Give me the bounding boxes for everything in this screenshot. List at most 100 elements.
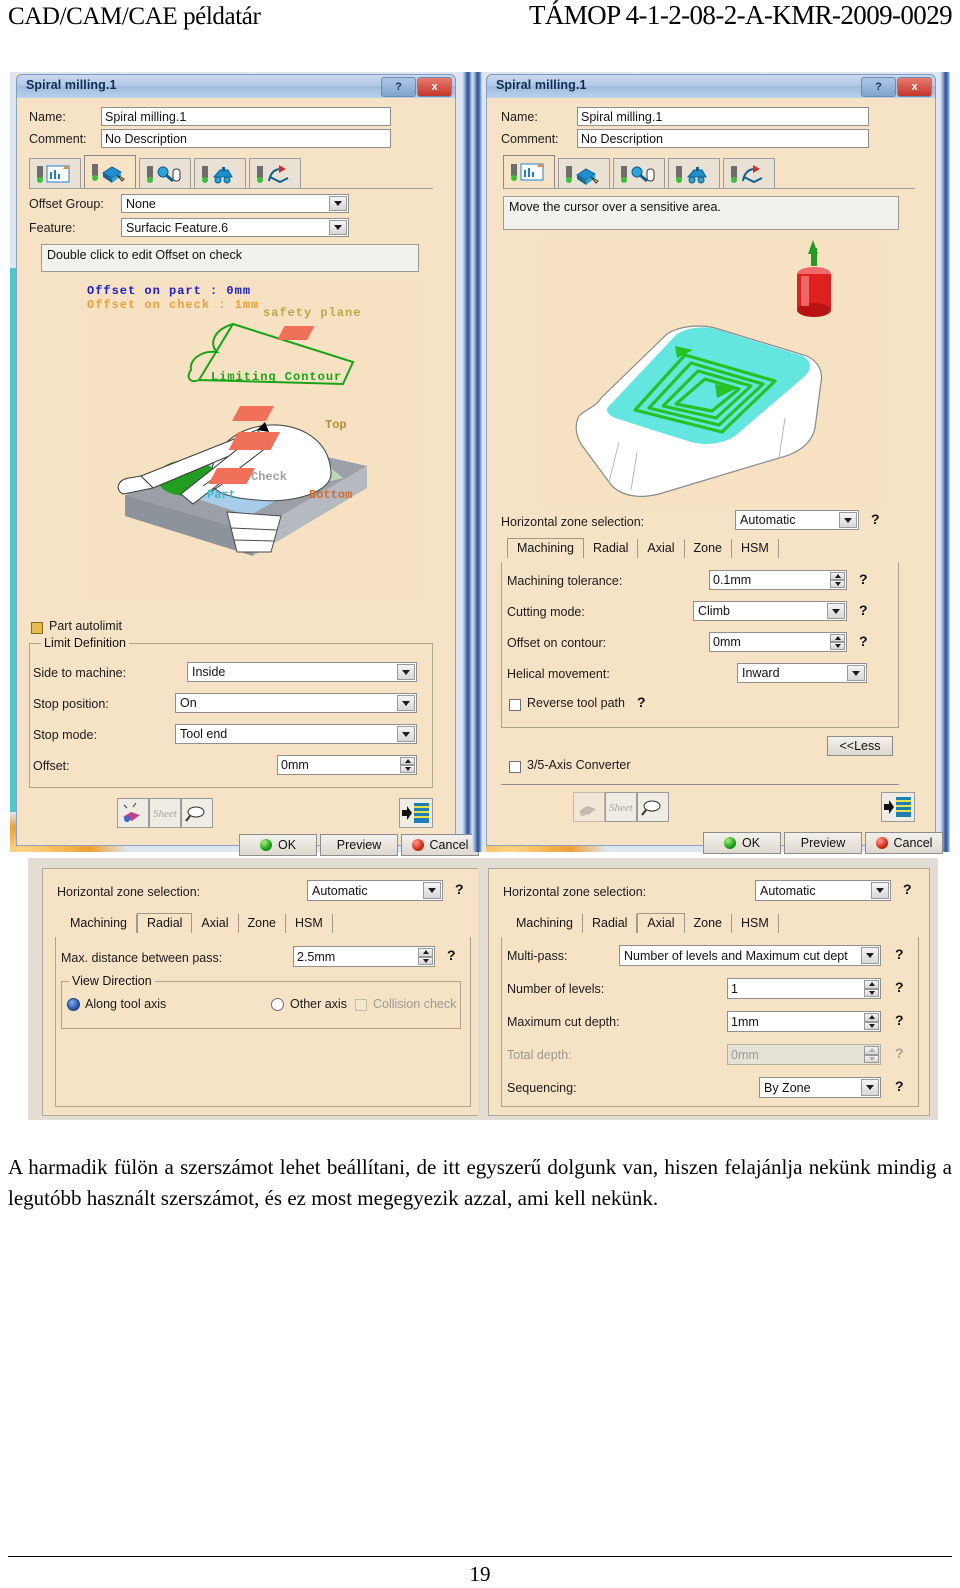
helical-movement-combo[interactable]: Inward [737, 663, 867, 683]
max-cut-depth-help-icon[interactable]: ? [895, 1012, 904, 1028]
chevron-down-icon[interactable] [861, 947, 879, 964]
offset-group-combo[interactable]: None [121, 194, 349, 213]
close-button[interactable]: x [417, 77, 452, 97]
cancel-button[interactable]: Cancel [865, 832, 943, 854]
max-distance-stepper[interactable] [418, 948, 433, 965]
param-tab-zone[interactable]: Zone [239, 914, 287, 933]
chevron-down-icon[interactable] [847, 665, 865, 681]
chevron-down-icon[interactable] [397, 726, 415, 742]
tab-strategy[interactable] [29, 158, 81, 188]
chevron-down-icon[interactable] [329, 220, 347, 235]
multipass-combo[interactable]: Number of levels and Maximum cut dept [619, 945, 881, 966]
offset-stepper[interactable] [400, 757, 415, 773]
cutting-mode-help-icon[interactable]: ? [859, 602, 868, 618]
chevron-down-icon[interactable] [839, 512, 857, 528]
tab-strategy[interactable] [503, 155, 555, 188]
spiral-milling-dialog-geometry[interactable]: Spiral milling.1 ? x Name: Spiral millin… [16, 74, 479, 856]
max-cut-depth-input[interactable]: 1mm [727, 1011, 881, 1032]
help-button[interactable]: ? [861, 77, 896, 97]
less-button[interactable]: <<Less [827, 736, 893, 756]
preview-button[interactable]: Preview [320, 834, 398, 856]
horizontal-zone-help-icon[interactable]: ? [871, 511, 880, 527]
param-tabstrip[interactable]: Machining Radial Axial Zone HSM [507, 538, 779, 558]
max-cut-depth-stepper[interactable] [864, 1013, 879, 1030]
param-tab-hsm[interactable]: HSM [732, 914, 779, 933]
chevron-down-icon[interactable] [397, 695, 415, 711]
horizontal-zone-help-icon[interactable]: ? [903, 881, 912, 897]
help-button[interactable]: ? [381, 77, 416, 97]
dialog-tabstrip[interactable] [29, 154, 304, 188]
machining-tolerance-help-icon[interactable]: ? [859, 571, 868, 587]
param-tab-axial[interactable]: Axial [637, 913, 685, 933]
horizontal-zone-combo[interactable]: Automatic [307, 880, 443, 901]
chevron-down-icon[interactable] [827, 603, 845, 619]
other-axis-radio[interactable] [271, 998, 284, 1011]
chevron-down-icon[interactable] [423, 882, 441, 899]
sequencing-help-icon[interactable]: ? [895, 1078, 904, 1094]
stop-position-combo[interactable]: On [175, 693, 417, 713]
ok-button[interactable]: OK [239, 834, 317, 856]
tool-replay-button[interactable] [117, 798, 149, 828]
offset-input[interactable]: 0mm [277, 755, 417, 775]
side-to-machine-combo[interactable]: Inside [187, 662, 417, 682]
preview-button[interactable]: Preview [784, 832, 862, 854]
param-tab-radial[interactable]: Radial [583, 914, 638, 933]
horizontal-zone-combo[interactable]: Automatic [755, 880, 891, 901]
tool-speed-button[interactable]: Sheet [149, 798, 181, 828]
horizontal-zone-combo[interactable]: Automatic [735, 510, 859, 530]
chevron-down-icon[interactable] [861, 1079, 879, 1096]
dialog-titlebar[interactable]: Spiral milling.1 ? x [486, 74, 936, 99]
tab-feeds-speeds[interactable] [668, 158, 720, 188]
machining-tolerance-stepper[interactable] [830, 572, 845, 588]
param-tab-zone[interactable]: Zone [685, 914, 733, 933]
axial-parameters-panel[interactable]: Horizontal zone selection: Automatic ? M… [488, 868, 930, 1116]
dialog-tabstrip[interactable] [503, 154, 778, 188]
toolpath-preview-canvas[interactable] [539, 238, 883, 506]
tab-geometry[interactable] [558, 158, 610, 188]
param-tabstrip[interactable]: Machining Radial Axial Zone HSM [61, 913, 333, 933]
param-tab-machining[interactable]: Machining [61, 914, 137, 933]
tab-tool[interactable] [613, 158, 665, 188]
name-input[interactable]: Spiral milling.1 [577, 107, 869, 126]
chevron-down-icon[interactable] [329, 196, 347, 211]
feature-combo[interactable]: Surfacic Feature.6 [121, 218, 349, 237]
tool-analysis-button[interactable] [637, 792, 669, 822]
param-tab-axial[interactable]: Axial [192, 914, 239, 933]
chevron-down-icon[interactable] [397, 664, 415, 680]
offset-on-contour-help-icon[interactable]: ? [859, 633, 868, 649]
param-tab-radial[interactable]: Radial [136, 913, 193, 933]
tab-tool[interactable] [139, 158, 191, 188]
name-input[interactable]: Spiral milling.1 [101, 107, 391, 126]
ok-button[interactable]: OK [703, 832, 781, 854]
geometry-preview-canvas[interactable]: Offset on part : 0mm Offset on check : 1… [81, 280, 419, 600]
number-of-levels-stepper[interactable] [864, 980, 879, 997]
tab-geometry[interactable] [84, 155, 136, 188]
param-tab-hsm[interactable]: HSM [286, 914, 333, 933]
along-tool-axis-radio[interactable] [67, 998, 80, 1011]
tool-replay-button[interactable] [573, 792, 605, 822]
tool-speed-button[interactable]: Sheet [605, 792, 637, 822]
offset-on-contour-stepper[interactable] [830, 634, 845, 650]
tool-video-button[interactable] [399, 798, 433, 828]
param-tabstrip[interactable]: Machining Radial Axial Zone HSM [507, 913, 779, 933]
dialog-titlebar[interactable]: Spiral milling.1 ? x [16, 74, 456, 99]
comment-input[interactable]: No Description [577, 129, 869, 148]
horizontal-zone-help-icon[interactable]: ? [455, 881, 464, 897]
max-distance-input[interactable]: 2.5mm [293, 946, 435, 967]
part-autolimit-checkbox[interactable] [31, 622, 43, 634]
param-tab-zone[interactable]: Zone [685, 539, 733, 558]
sequencing-combo[interactable]: By Zone [759, 1077, 881, 1098]
chevron-down-icon[interactable] [871, 882, 889, 899]
spiral-milling-dialog-strategy[interactable]: Spiral milling.1 ? x Name: Spiral millin… [486, 74, 943, 854]
param-tab-hsm[interactable]: HSM [732, 539, 779, 558]
param-tab-machining[interactable]: Machining [507, 914, 583, 933]
tool-analysis-button[interactable] [181, 798, 213, 828]
comment-input[interactable]: No Description [101, 129, 391, 148]
number-of-levels-input[interactable]: 1 [727, 978, 881, 999]
cancel-button[interactable]: Cancel [401, 834, 479, 856]
param-tab-machining[interactable]: Machining [507, 538, 584, 558]
close-button[interactable]: x [897, 77, 932, 97]
tool-video-button[interactable] [881, 792, 915, 822]
machining-tolerance-input[interactable]: 0.1mm [709, 570, 847, 590]
reverse-tool-path-checkbox[interactable] [509, 699, 521, 711]
